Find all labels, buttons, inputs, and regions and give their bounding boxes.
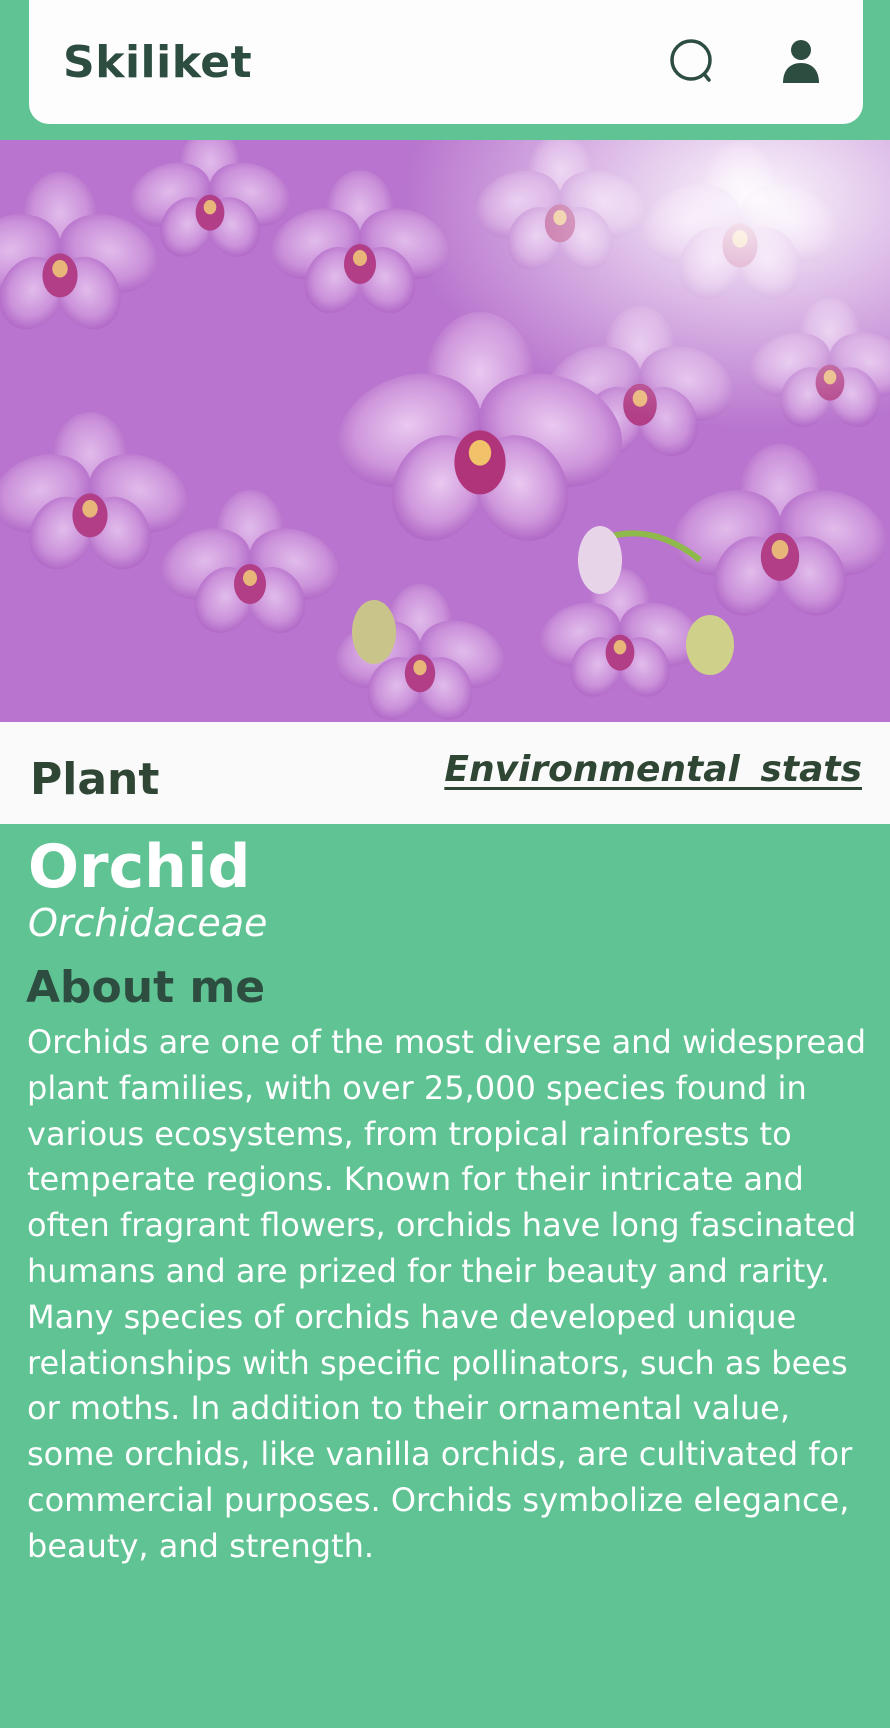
header-actions	[665, 34, 829, 90]
top-bar: Skiliket	[29, 0, 863, 124]
environmental-stats-link[interactable]: Environmental stats	[444, 749, 862, 790]
plant-family: Orchidaceae	[28, 901, 268, 945]
category-label: Plant	[30, 753, 160, 805]
profile-button[interactable]	[773, 34, 829, 90]
user-icon	[783, 40, 819, 83]
search-button[interactable]	[665, 34, 721, 90]
about-heading: About me	[26, 962, 266, 1013]
orchid-photo	[0, 140, 890, 722]
app-logo-text[interactable]: Skiliket	[63, 37, 252, 88]
plant-details: Orchid Orchidaceae About me Orchids are …	[26, 832, 868, 1570]
plant-hero-image	[0, 140, 890, 722]
plant-name: Orchid	[28, 832, 251, 902]
section-strip: Plant Environmental stats	[0, 722, 890, 824]
about-text: Orchids are one of the most diverse and …	[27, 1023, 867, 1565]
search-icon	[670, 39, 712, 82]
page: Skiliket Plant Environmental stats Orchi…	[0, 0, 890, 1728]
